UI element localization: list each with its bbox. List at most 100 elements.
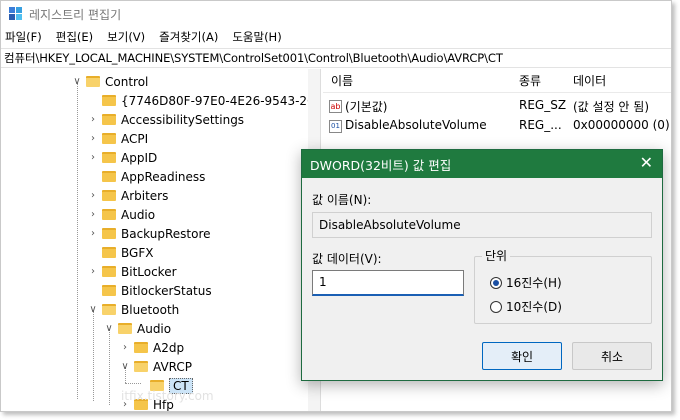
value-type: REG_...	[519, 118, 562, 132]
tree-item-label: AVRCP	[153, 359, 193, 374]
menu-favorites[interactable]: 즐겨찾기(A)	[159, 29, 218, 45]
folder-icon	[102, 266, 116, 277]
key-tree: ∨ Control {7746D80F-97E0-4E26-9543-26B › A…	[1, 69, 321, 411]
folder-icon	[102, 209, 116, 220]
tree-item[interactable]: BGFX	[87, 243, 153, 262]
list-item[interactable]: 01 DisableAbsoluteVolume REG_... 0x00000…	[323, 115, 671, 135]
list-header: 이름 종류 데이터	[323, 69, 671, 93]
column-type[interactable]: 종류	[519, 72, 541, 89]
tree-item[interactable]: BitlockerStatus	[87, 281, 212, 300]
menu-file[interactable]: 파일(F)	[5, 29, 42, 45]
tree-item-label: ACPI	[121, 131, 149, 146]
window-title: 레지스트리 편집기	[29, 7, 122, 22]
chevron-down-icon[interactable]: ∨	[71, 76, 83, 87]
menu-bar: 파일(F) 편집(E) 보기(V) 즐겨찾기(A) 도움말(H)	[1, 27, 671, 47]
value-type: REG_SZ	[519, 98, 567, 112]
tree-item[interactable]: › A2dp	[119, 338, 184, 357]
close-icon[interactable]: ✕	[640, 155, 653, 171]
tree-item-label: BitLocker	[121, 264, 177, 279]
tree-item-label: BitlockerStatus	[121, 283, 212, 298]
tree-item-label: AppReadiness	[121, 169, 206, 184]
folder-icon	[102, 247, 116, 258]
menu-edit[interactable]: 편집(E)	[56, 29, 93, 45]
column-name[interactable]: 이름	[331, 72, 353, 89]
dialog-body: 값 이름(N): DisableAbsoluteVolume 값 데이터(V):…	[302, 178, 662, 380]
menu-help[interactable]: 도움말(H)	[232, 29, 281, 45]
chevron-down-icon[interactable]: ∨	[103, 323, 115, 334]
tree-item[interactable]: {7746D80F-97E0-4E26-9543-26B	[87, 91, 321, 110]
dialog-title: DWORD(32비트) 값 편집	[310, 157, 452, 173]
chevron-right-icon[interactable]: ›	[87, 152, 99, 163]
tree-item-label: Bluetooth	[121, 302, 180, 317]
tree-item[interactable]: › Arbiters	[87, 186, 168, 205]
value-name-field: DisableAbsoluteVolume	[312, 212, 652, 238]
tree-item[interactable]: › AccessibilitySettings	[87, 110, 244, 129]
radio-selected-icon[interactable]	[490, 276, 502, 289]
value-name-label: 값 이름(N):	[312, 193, 372, 207]
tree-item-label: A2dp	[153, 340, 185, 355]
chevron-down-icon[interactable]: ∨	[119, 361, 131, 372]
value-data-label: 값 데이터(V):	[312, 252, 382, 266]
chevron-right-icon[interactable]: ›	[87, 190, 99, 201]
registry-editor-window: 레지스트리 편집기 파일(F) 편집(E) 보기(V) 즐겨찾기(A) 도움말(…	[0, 0, 672, 412]
address-bar[interactable]: 컴퓨터\HKEY_LOCAL_MACHINE\SYSTEM\ControlSet…	[1, 48, 671, 68]
title-bar: 레지스트리 편집기	[1, 1, 671, 27]
cancel-button[interactable]: 취소	[572, 342, 652, 370]
value-data: (값 설정 안 됨)	[573, 100, 650, 114]
tree-item-label: AppID	[121, 150, 158, 165]
value-data: 0x00000000 (0)	[573, 118, 670, 132]
base-group-label: 단위	[482, 247, 511, 264]
chevron-right-icon[interactable]: ›	[87, 114, 99, 125]
folder-icon	[134, 361, 148, 372]
folder-icon	[86, 76, 100, 87]
chevron-right-icon[interactable]: ›	[87, 228, 99, 239]
tree-item-label: Control	[105, 74, 149, 89]
tree-item[interactable]: › AppID	[87, 148, 157, 167]
dec-radio[interactable]: 10진수(D)	[490, 298, 562, 315]
dec-radio-label: 10진수(D)	[506, 300, 562, 314]
folder-icon	[102, 114, 116, 125]
folder-icon	[102, 133, 116, 144]
folder-icon	[118, 323, 132, 334]
edit-dword-dialog: DWORD(32비트) 값 편집 ✕ 값 이름(N): DisableAbsol…	[301, 149, 663, 381]
address-path[interactable]: 컴퓨터\HKEY_LOCAL_MACHINE\SYSTEM\ControlSet…	[4, 50, 503, 66]
string-value-icon: ab	[329, 100, 342, 113]
column-data[interactable]: 데이터	[573, 72, 606, 89]
chevron-right-icon[interactable]: ›	[119, 342, 131, 353]
folder-icon	[134, 342, 148, 353]
tree-item[interactable]: ∨ Bluetooth	[87, 300, 179, 319]
menu-view[interactable]: 보기(V)	[107, 29, 145, 45]
folder-icon	[102, 304, 116, 315]
tree-item-label: Audio	[137, 321, 172, 336]
value-name: DisableAbsoluteVolume	[345, 118, 487, 132]
radio-unselected-icon[interactable]	[490, 300, 502, 313]
tree-item-label: BGFX	[121, 245, 154, 260]
hex-radio[interactable]: 16진수(H)	[490, 274, 562, 291]
tree-item[interactable]: › BackupRestore	[87, 224, 211, 243]
value-data-input[interactable]: 1	[312, 270, 464, 296]
tree-item[interactable]: ∨ AVRCP	[119, 357, 192, 376]
folder-icon	[102, 152, 116, 163]
chevron-right-icon[interactable]: ›	[87, 209, 99, 220]
tree-item-label: {7746D80F-97E0-4E26-9543-26B	[121, 93, 321, 108]
hex-radio-label: 16진수(H)	[506, 276, 562, 290]
tree-item[interactable]: ∨ Control	[71, 72, 148, 91]
registry-app-icon	[9, 7, 23, 21]
chevron-right-icon[interactable]: ›	[87, 133, 99, 144]
list-item[interactable]: ab (기본값) REG_SZ (값 설정 안 됨)	[323, 95, 671, 115]
ok-button[interactable]: 확인	[482, 342, 562, 370]
tree-item[interactable]: AppReadiness	[87, 167, 205, 186]
tree-item[interactable]: › ACPI	[87, 129, 148, 148]
watermark: itfix.tistory.com	[121, 389, 214, 403]
folder-icon	[102, 171, 116, 182]
binary-value-icon: 01	[329, 120, 342, 133]
tree-item-label: BackupRestore	[121, 226, 211, 241]
folder-icon	[102, 95, 116, 106]
dialog-title-bar: DWORD(32비트) 값 편집	[302, 150, 662, 178]
tree-item[interactable]: › Audio	[87, 205, 155, 224]
tree-item[interactable]: › BitLocker	[87, 262, 177, 281]
chevron-right-icon[interactable]: ›	[87, 266, 99, 277]
tree-item-label: Arbiters	[121, 188, 169, 203]
chevron-down-icon[interactable]: ∨	[87, 304, 99, 315]
tree-item[interactable]: ∨ Audio	[103, 319, 171, 338]
